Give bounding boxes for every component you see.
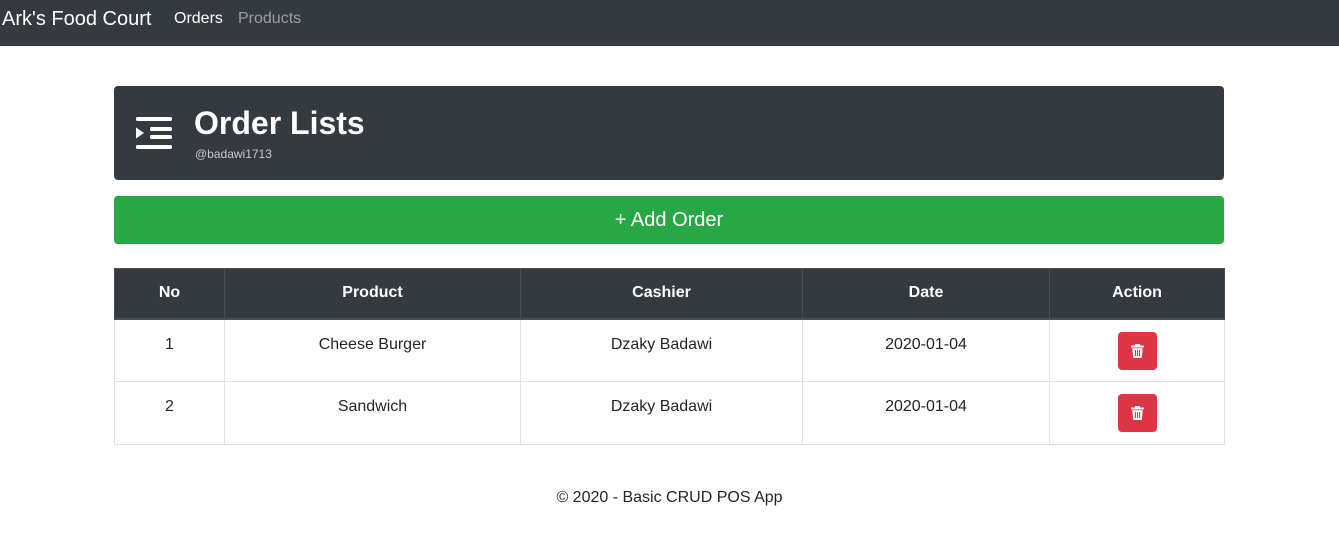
table-header-row: No Product Cashier Date Action: [114, 268, 1225, 320]
cell-no: 2: [114, 381, 225, 445]
delete-order-button[interactable]: [1117, 331, 1157, 370]
cell-cashier: Dzaky Badawi: [520, 318, 803, 382]
table-row: 1 Cheese Burger Dzaky Badawi 2020-01-04: [114, 318, 1225, 382]
trash-icon: [1130, 406, 1144, 420]
cell-no: 1: [114, 318, 225, 382]
navbar-brand[interactable]: Ark's Food Court: [2, 7, 151, 31]
nav-link-orders[interactable]: Orders: [174, 9, 223, 29]
footer-text: © 2020 - Basic CRUD POS App: [556, 489, 783, 506]
cell-date: 2020-01-04: [802, 318, 1050, 382]
column-header-cashier: Cashier: [520, 268, 803, 320]
delete-order-button[interactable]: [1117, 394, 1157, 432]
column-header-action: Action: [1049, 268, 1225, 320]
navbar: Ark's Food Court Orders Products: [0, 0, 1339, 46]
add-order-button[interactable]: + Add Order: [114, 196, 1224, 244]
page-header: Order Lists @badawi1713: [114, 86, 1224, 180]
column-header-date: Date: [802, 268, 1050, 320]
list-indent-icon: [136, 117, 172, 149]
cell-product: Sandwich: [224, 381, 521, 445]
cell-action: [1049, 318, 1225, 382]
cell-date: 2020-01-04: [802, 381, 1050, 445]
orders-table: No Product Cashier Date Action 1 Cheese …: [114, 268, 1225, 445]
trash-icon: [1130, 343, 1144, 358]
cell-product: Cheese Burger: [224, 318, 521, 382]
column-header-product: Product: [224, 268, 521, 320]
table-row: 2 Sandwich Dzaky Badawi 2020-01-04: [114, 381, 1225, 445]
cell-action: [1049, 381, 1225, 445]
column-header-no: No: [114, 268, 225, 320]
page-title: Order Lists: [194, 105, 365, 141]
nav-link-products[interactable]: Products: [238, 9, 301, 29]
page-subtitle: @badawi1713: [195, 147, 272, 161]
cell-cashier: Dzaky Badawi: [520, 381, 803, 445]
